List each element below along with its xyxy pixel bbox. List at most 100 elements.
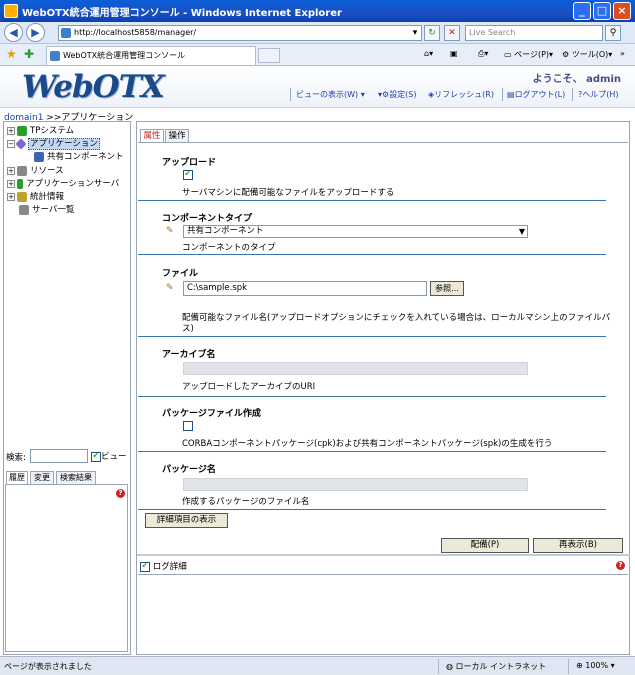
deploy-button[interactable]: 配備(P) — [441, 538, 529, 553]
tab-history[interactable]: 履歴 — [6, 471, 28, 485]
view-link[interactable]: ビューの表示(W) ▾ — [296, 89, 365, 100]
live-search-input[interactable]: Live Search — [465, 25, 603, 41]
url-text: http://localhost5858/manager/ — [74, 28, 197, 37]
url-dropdown-icon[interactable]: ▾ — [409, 26, 421, 40]
maximize-button[interactable]: □ — [593, 2, 611, 20]
forward-arrow-icon[interactable]: ▶ — [26, 23, 45, 42]
tree-expand-icon[interactable]: + — [7, 192, 15, 201]
tree-expand-icon[interactable]: + — [7, 126, 15, 135]
favorites-star-icon[interactable]: ★ — [6, 47, 17, 61]
zoom-level: 100% — [585, 661, 609, 670]
security-zone: ◍ ローカル イントラネット — [446, 661, 546, 672]
back-arrow-icon[interactable]: ◀ — [4, 23, 23, 42]
section-divider — [138, 254, 606, 255]
archive-name-title: アーカイブ名 — [162, 350, 216, 360]
tree-item-tp-system[interactable]: + TPシステム — [7, 125, 74, 138]
component-type-select[interactable]: 共有コンポーネント ▼ — [183, 225, 528, 238]
tree-item-shared-component[interactable]: 共有コンポーネント — [34, 151, 124, 164]
url-field[interactable]: http://localhost5858/manager/ — [58, 25, 422, 41]
tree-item-application[interactable]: − アプリケーション — [7, 137, 100, 151]
window-titlebar: WebOTX統合運用管理コンソール - Windows Internet Exp… — [0, 0, 635, 22]
component-type-description: コンポーネントのタイプ — [182, 243, 276, 253]
tree-item-label: リソース — [30, 166, 64, 176]
tab-search-results[interactable]: 検索結果 — [56, 471, 96, 485]
add-favorite-icon[interactable]: ✚ — [24, 47, 34, 61]
zoom-icon: ⊕ — [576, 661, 586, 670]
close-button[interactable]: × — [613, 2, 631, 20]
help-link[interactable]: ?ヘルプ(H) — [578, 89, 619, 100]
print-icon[interactable]: ⎙▾ — [478, 49, 488, 59]
left-panel-help-icon[interactable]: ? — [116, 489, 125, 498]
tree-item-label: アプリケーション — [28, 138, 100, 150]
refresh-link-label: リフレッシュ(R) — [434, 90, 494, 99]
chevron-down-icon: ▼ — [518, 227, 525, 236]
tree-item-server-list[interactable]: サーバ一覧 — [19, 204, 74, 217]
tree-item-application-server[interactable]: + アプリケーションサーバ — [7, 178, 119, 191]
package-name-title: パッケージ名 — [162, 465, 216, 475]
tools-menu-label: ツール(O) — [571, 50, 609, 59]
toolbar-overflow-icon[interactable]: » — [620, 49, 625, 58]
home-icon[interactable]: ⌂▾ — [424, 49, 433, 58]
minimize-button[interactable]: _ — [573, 2, 591, 20]
go-refresh-icon[interactable]: ↻ — [424, 25, 440, 41]
header-separator — [502, 88, 503, 101]
file-path-input[interactable]: C:\sample.spk — [183, 281, 427, 296]
upload-checkbox-wrap[interactable] — [183, 168, 193, 181]
tree-item-statistics[interactable]: + 統計情報 — [7, 191, 64, 204]
tree-item-label: アプリケーションサーバ — [26, 179, 120, 189]
left-view-toggle[interactable]: ビュー — [91, 450, 127, 462]
settings-link[interactable]: ▾⚙設定(S) — [378, 89, 417, 100]
stop-icon[interactable]: ✕ — [444, 25, 460, 41]
resource-icon — [17, 165, 27, 176]
tree-expand-icon[interactable]: + — [7, 166, 15, 175]
package-create-checkbox[interactable] — [183, 421, 193, 431]
section-divider — [138, 509, 606, 510]
upload-checkbox[interactable] — [183, 168, 193, 180]
show-details-button[interactable]: 詳細項目の表示 — [145, 513, 228, 528]
log-details-toggle[interactable]: ログ詳細 — [140, 560, 187, 572]
tab-operations[interactable]: 操作 — [165, 129, 189, 143]
left-search-input[interactable] — [30, 449, 88, 463]
view-link-label: ビューの表示(W) — [296, 90, 359, 99]
tree-expand-icon[interactable]: + — [7, 179, 15, 188]
tab-changes[interactable]: 変更 — [30, 471, 54, 485]
tp-system-icon — [17, 125, 27, 136]
tab-attributes[interactable]: 属性 — [140, 129, 164, 143]
page-menu[interactable]: ▭ ページ(P)▾ — [504, 49, 553, 60]
status-separator — [438, 659, 439, 674]
browser-tab[interactable]: WebOTX統合運用管理コンソール — [46, 46, 256, 65]
log-details-checkbox[interactable] — [140, 560, 150, 572]
browse-button[interactable]: 参照... — [430, 281, 464, 296]
pane-splitter[interactable] — [137, 554, 630, 556]
logout-link-label: ログアウト(L) — [514, 90, 566, 99]
tree-item-label: 共有コンポーネント — [47, 152, 124, 162]
new-tab-button[interactable] — [258, 48, 280, 63]
status-separator — [568, 659, 569, 674]
log-help-icon[interactable]: ? — [616, 561, 625, 570]
tools-menu[interactable]: ⚙ ツール(O)▾ — [562, 49, 612, 60]
search-magnifier-icon[interactable]: ⚲ — [605, 25, 621, 41]
refresh-link[interactable]: ◈リフレッシュ(R) — [428, 89, 494, 100]
view-checkbox[interactable] — [91, 450, 101, 462]
redisplay-button[interactable]: 再表示(B) — [533, 538, 623, 553]
application-server-icon — [17, 178, 23, 189]
log-details-label: ログ詳細 — [152, 562, 187, 572]
ie-app-icon — [4, 4, 18, 18]
tree-item-resource[interactable]: + リソース — [7, 165, 64, 178]
browser-tab-title: WebOTX統合運用管理コンソール — [63, 51, 186, 60]
tree-item-label: 統計情報 — [30, 192, 65, 202]
package-create-title: パッケージファイル作成 — [162, 409, 261, 419]
tab-command-bar: ★ ✚ WebOTX統合運用管理コンソール ⌂▾ ▣ ⎙▾ ▭ ページ(P)▾ … — [0, 44, 635, 66]
welcome-text: ようこそ、 admin — [532, 74, 621, 85]
upload-description: サーバマシンに配備可能なファイルをアップロードする — [182, 188, 395, 198]
tree-collapse-icon[interactable]: − — [7, 139, 15, 148]
application-icon — [15, 137, 27, 150]
feeds-icon[interactable]: ▣ — [450, 49, 458, 58]
package-create-checkbox-wrap[interactable] — [183, 421, 193, 432]
logout-link[interactable]: ▤ログアウト(L) — [507, 89, 565, 100]
view-checkbox-label: ビュー — [101, 452, 127, 462]
zoom-control[interactable]: ⊕ 100% ▾ — [576, 661, 615, 670]
intranet-globe-icon: ◍ — [446, 662, 456, 671]
required-pencil-icon: ✎ — [166, 283, 174, 293]
header-separator — [572, 88, 573, 101]
